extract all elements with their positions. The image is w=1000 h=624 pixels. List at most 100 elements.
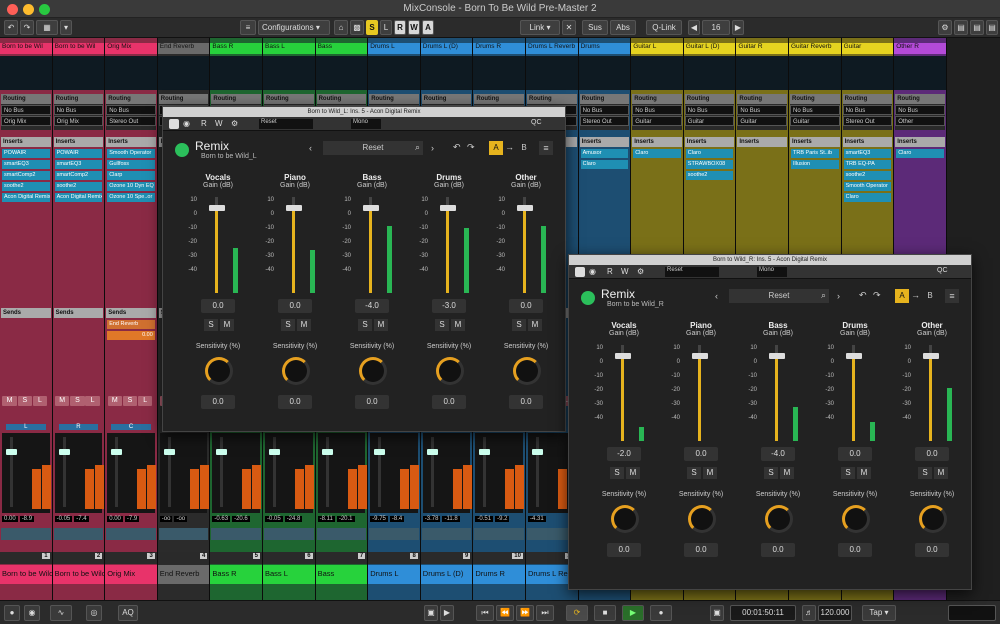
insert-slot[interactable]: Claro xyxy=(580,160,629,169)
insert-slot[interactable]: Acon Digital Remix xyxy=(54,193,103,202)
insert-slot[interactable]: Claro xyxy=(685,149,734,158)
insert-slot[interactable]: Claro xyxy=(843,193,892,202)
gain-fader-handle[interactable] xyxy=(923,353,939,359)
channel-label[interactable]: End Reverb xyxy=(157,565,210,584)
peak-value[interactable]: -20.1 xyxy=(336,516,355,522)
go-to-start-icon[interactable]: ⏮ xyxy=(476,605,494,621)
channel-name[interactable]: Bass xyxy=(315,43,368,54)
search-icon[interactable]: ⌕ xyxy=(415,142,420,153)
stem-solo-button[interactable]: S xyxy=(841,467,855,479)
gain-fader-handle[interactable] xyxy=(517,205,533,211)
sensitivity-knob[interactable] xyxy=(513,357,541,385)
routing-select[interactable]: Other xyxy=(895,116,945,126)
routing-select[interactable]: No Bus xyxy=(737,105,787,115)
channel-label[interactable]: Bass xyxy=(315,565,368,584)
mute-button[interactable]: M xyxy=(2,396,17,406)
fader[interactable] xyxy=(370,433,420,513)
settings-gear-icon[interactable]: ⚙ xyxy=(938,20,952,35)
panel-bottom-icon[interactable]: ▤ xyxy=(970,20,984,35)
preset-manager-icon[interactable]: ⚙ xyxy=(231,119,238,128)
sends-header[interactable]: Sends xyxy=(106,308,156,318)
listen-button[interactable]: L xyxy=(138,396,153,406)
channel-name[interactable]: Other R xyxy=(894,43,946,54)
stem-mute-button[interactable]: M xyxy=(934,467,948,479)
globe-icon[interactable]: ◎ xyxy=(86,605,102,621)
fader[interactable] xyxy=(317,433,367,513)
fader-knob[interactable] xyxy=(374,449,386,455)
channel-name[interactable]: Drums xyxy=(578,43,631,54)
play-icon[interactable]: ▶ xyxy=(622,605,644,621)
routing-header[interactable]: Routing xyxy=(737,94,787,104)
link-dropdown[interactable]: Link ▾ xyxy=(520,20,560,35)
routing-header[interactable]: Routing xyxy=(790,94,840,104)
fader-value[interactable]: -oo xyxy=(159,516,173,522)
insert-slot[interactable]: Ozone 10 Dyn EQ xyxy=(107,182,155,191)
insert-slot[interactable]: smartEQ3 xyxy=(54,160,103,169)
channel-label[interactable]: Drums R xyxy=(473,565,525,584)
channel-name[interactable]: Guitar L xyxy=(631,43,683,54)
metronome-icon[interactable]: ♬ xyxy=(802,605,816,621)
insert-slot[interactable]: soothe2 xyxy=(54,182,103,191)
undo-icon[interactable]: ↶ xyxy=(4,20,18,35)
copy-a-to-b-icon[interactable]: → xyxy=(911,290,920,300)
write-icon[interactable]: W xyxy=(215,119,223,128)
routing-select[interactable]: Guitar xyxy=(632,116,682,126)
undo-icon[interactable]: ↶ xyxy=(859,290,867,301)
undo-icon[interactable]: ↶ xyxy=(453,142,461,153)
inserts-header[interactable]: Inserts xyxy=(790,137,840,147)
fader[interactable] xyxy=(159,433,209,513)
insert-slot[interactable]: Claro xyxy=(633,149,681,158)
stem-mute-button[interactable]: M xyxy=(780,467,794,479)
inserts-header[interactable]: Inserts xyxy=(632,137,682,147)
stem-mute-button[interactable]: M xyxy=(297,319,311,331)
solo-button[interactable]: S xyxy=(17,396,32,406)
inserts-header[interactable]: Inserts xyxy=(842,137,893,147)
write-button[interactable]: W xyxy=(408,20,420,35)
channel-label[interactable]: Born to be Wild_R xyxy=(52,565,105,584)
bypass-icon[interactable]: ◉ xyxy=(183,119,190,128)
fader-value[interactable]: -9.75 xyxy=(370,516,388,522)
stem-solo-button[interactable]: S xyxy=(281,319,295,331)
routing-select[interactable]: Guitar xyxy=(737,116,787,126)
routing-select[interactable]: No Bus xyxy=(684,105,735,115)
insert-slot[interactable]: TRB Paris St..ib xyxy=(791,149,839,158)
configurations-dropdown[interactable]: Configurations ▾ xyxy=(258,20,330,35)
fader-value[interactable]: -0.63 xyxy=(212,516,231,522)
stem-solo-button[interactable]: S xyxy=(610,467,624,479)
fader-knob[interactable] xyxy=(6,449,17,455)
record-icon[interactable]: ● xyxy=(650,605,672,621)
sensitivity-knob[interactable] xyxy=(282,357,310,385)
next-preset-icon[interactable]: › xyxy=(431,143,434,153)
mute-button[interactable]: M xyxy=(55,396,70,406)
stem-solo-button[interactable]: S xyxy=(687,467,701,479)
copy-a-to-b-icon[interactable]: → xyxy=(505,142,514,152)
redo-icon[interactable]: ↷ xyxy=(873,290,881,301)
menu-icon[interactable]: ≡ xyxy=(539,141,553,155)
peak-value[interactable]: -9.2 xyxy=(495,516,510,522)
punch-icon[interactable]: ▶ xyxy=(440,605,454,621)
insert-slot[interactable]: Acon Digital Remix xyxy=(2,193,50,202)
preset-manager-icon[interactable]: ⚙ xyxy=(637,267,644,276)
gain-fader-handle[interactable] xyxy=(769,353,785,359)
stem-solo-button[interactable]: S xyxy=(358,319,372,331)
peak-value[interactable]: -24.8 xyxy=(284,516,303,522)
routing-header[interactable]: Routing xyxy=(264,94,314,104)
sends-header[interactable]: Sends xyxy=(1,308,51,318)
insert-slot[interactable]: POWAIR xyxy=(2,149,50,158)
time-display[interactable]: 00:01:50:11 xyxy=(730,605,796,621)
insert-slot[interactable]: Amusor xyxy=(580,149,629,158)
insert-slot[interactable]: Smooth Operator xyxy=(843,182,892,191)
channel-label[interactable]: Bass R xyxy=(210,565,262,584)
routing-header[interactable]: Routing xyxy=(842,94,893,104)
sends-header[interactable]: Sends xyxy=(53,308,104,318)
routing-select[interactable]: Stereo Out xyxy=(842,116,893,126)
plugin-title-bar[interactable]: Born to Wild_L: Ins. 5 - Acon Digital Re… xyxy=(163,107,565,117)
routing-header[interactable]: Routing xyxy=(421,94,472,104)
stem-mute-button[interactable]: M xyxy=(703,467,717,479)
pan-control[interactable]: L xyxy=(6,424,46,430)
channel-label[interactable]: Orig Mix xyxy=(105,565,157,584)
tap-tempo-button[interactable]: Tap ▾ xyxy=(862,605,896,621)
routing-header[interactable]: Routing xyxy=(632,94,682,104)
channel-label[interactable]: Drums L (D) xyxy=(420,565,473,584)
routing-select[interactable]: Guitar xyxy=(684,116,735,126)
